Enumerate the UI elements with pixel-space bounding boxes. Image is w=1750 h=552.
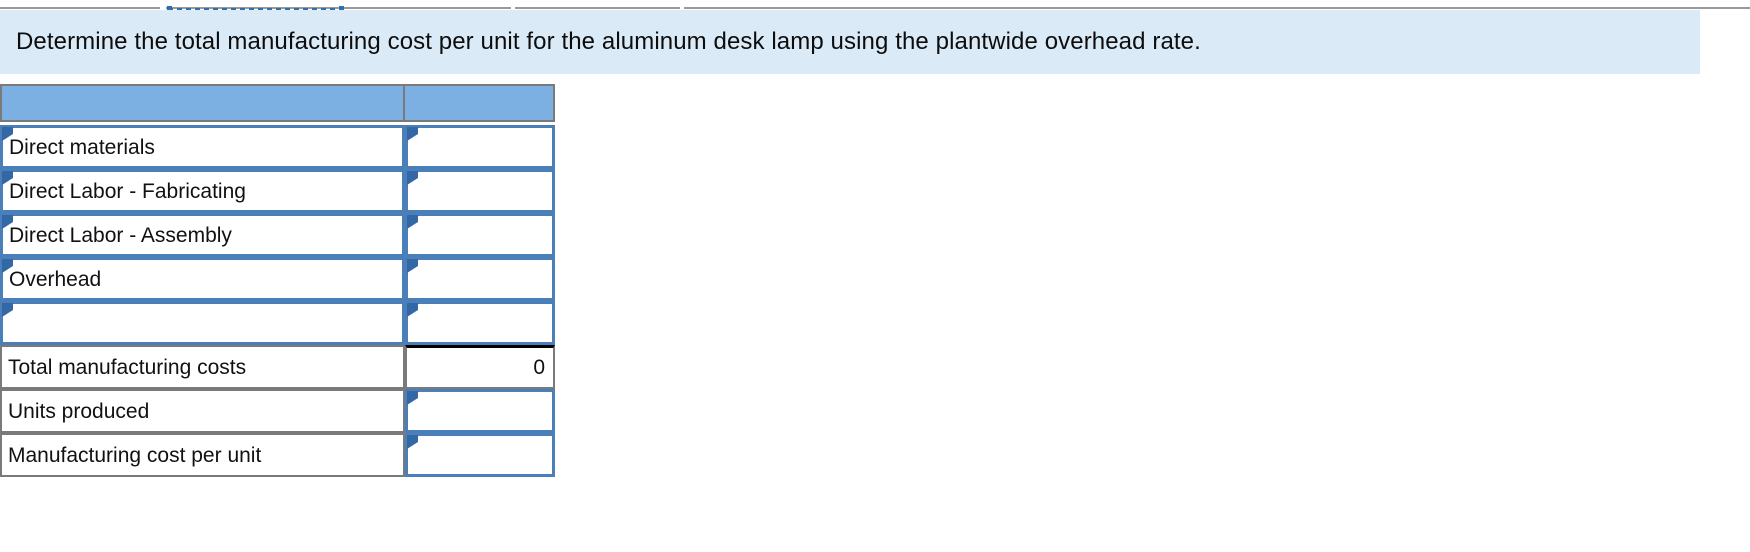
toolbar-divider-segment xyxy=(684,7,1750,9)
row-label-input-blank[interactable] xyxy=(0,301,405,345)
table-row: Direct materials xyxy=(0,125,555,169)
row-label-text: Total manufacturing costs xyxy=(8,355,247,379)
row-label-input-direct-materials[interactable]: Direct materials xyxy=(0,125,405,169)
row-value-text: 0 xyxy=(533,356,545,379)
table-row xyxy=(0,301,555,345)
row-value-input-blank[interactable] xyxy=(405,301,555,345)
table-header-row xyxy=(0,84,555,122)
toolbar-divider-segment xyxy=(515,7,680,9)
row-label-input-overhead[interactable]: Overhead xyxy=(0,257,405,301)
row-label-text: Direct materials xyxy=(9,135,155,159)
row-value-total-manufacturing-costs: 0 xyxy=(405,345,555,389)
row-value-input-units-produced[interactable] xyxy=(405,389,555,433)
row-value-input-overhead[interactable] xyxy=(405,257,555,301)
table-row: Direct Labor - Fabricating xyxy=(0,169,555,213)
row-label-text: Direct Labor - Fabricating xyxy=(9,179,246,203)
row-label-text: Direct Labor - Assembly xyxy=(9,223,232,247)
row-label-units-produced: Units produced xyxy=(0,389,405,433)
table-row: Manufacturing cost per unit xyxy=(0,433,555,477)
header-cell-value-column xyxy=(405,84,555,122)
table-row: Units produced xyxy=(0,389,555,433)
cost-worksheet-table: Direct materials Direct Labor - Fabricat… xyxy=(0,84,555,477)
row-label-total-manufacturing-costs: Total manufacturing costs xyxy=(0,345,405,389)
table-row: Overhead xyxy=(0,257,555,301)
row-value-input-manufacturing-cost-per-unit[interactable] xyxy=(405,433,555,477)
row-label-text: Manufacturing cost per unit xyxy=(8,443,262,467)
toolbar-remnant-strip xyxy=(0,0,1750,13)
row-label-text: Overhead xyxy=(9,267,102,291)
row-label-text: Units produced xyxy=(8,399,150,423)
row-label-input-direct-labor-assembly[interactable]: Direct Labor - Assembly xyxy=(0,213,405,257)
instruction-text: Determine the total manufacturing cost p… xyxy=(16,28,1201,55)
header-cell-label-column xyxy=(0,84,405,122)
table-row: Total manufacturing costs 0 xyxy=(0,345,555,389)
instruction-banner: Determine the total manufacturing cost p… xyxy=(0,10,1700,74)
row-value-input-direct-labor-fabricating[interactable] xyxy=(405,169,555,213)
row-value-input-direct-materials[interactable] xyxy=(405,125,555,169)
row-value-input-direct-labor-assembly[interactable] xyxy=(405,213,555,257)
row-label-input-direct-labor-fabricating[interactable]: Direct Labor - Fabricating xyxy=(0,169,405,213)
toolbar-divider-segment xyxy=(0,7,160,9)
table-row: Direct Labor - Assembly xyxy=(0,213,555,257)
row-label-manufacturing-cost-per-unit: Manufacturing cost per unit xyxy=(0,433,405,477)
